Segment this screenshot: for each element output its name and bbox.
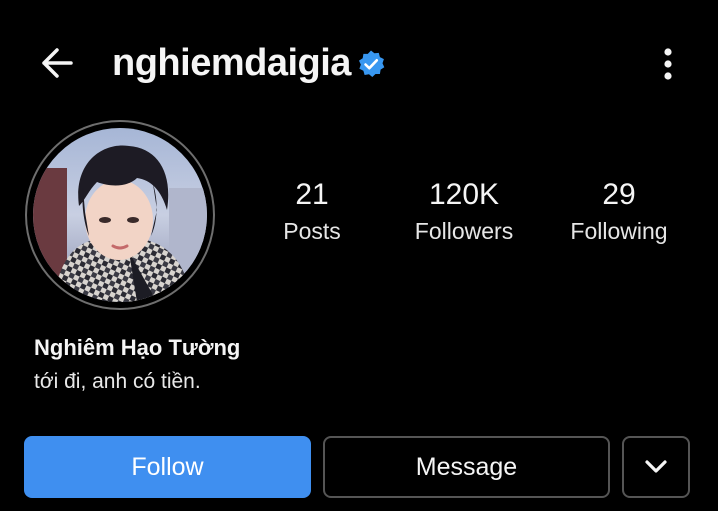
following-stat[interactable]: 29 Following — [556, 176, 682, 246]
suggested-accounts-button[interactable] — [622, 436, 690, 498]
more-options-button[interactable] — [650, 42, 686, 86]
following-count: 29 — [602, 178, 636, 211]
verified-badge-icon — [359, 50, 385, 77]
arrow-left-icon — [42, 48, 73, 78]
profile-username: nghiemdaigia — [112, 42, 351, 84]
chevron-down-icon — [645, 460, 667, 473]
followers-count: 120K — [428, 178, 500, 211]
follow-button[interactable]: Follow — [24, 436, 311, 498]
profile-photo — [33, 128, 207, 302]
display-name: Nghiêm Hạo Tường — [34, 335, 241, 360]
follow-button-label: Follow — [131, 452, 204, 481]
bio-text: tới đi, anh có tiền. — [34, 370, 201, 393]
avatar[interactable] — [33, 128, 207, 302]
profile-header: nghiemdaigia — [0, 22, 718, 102]
kebab-vertical-icon — [664, 48, 672, 80]
message-button[interactable]: Message — [323, 436, 610, 498]
following-label: Following — [570, 218, 668, 244]
posts-label: Posts — [283, 218, 341, 244]
posts-stat: 21 Posts — [262, 176, 362, 246]
posts-count: 21 — [295, 178, 329, 211]
message-button-label: Message — [415, 452, 518, 481]
followers-label: Followers — [414, 218, 514, 244]
back-button[interactable] — [36, 42, 78, 84]
followers-stat[interactable]: 120K Followers — [396, 176, 532, 246]
